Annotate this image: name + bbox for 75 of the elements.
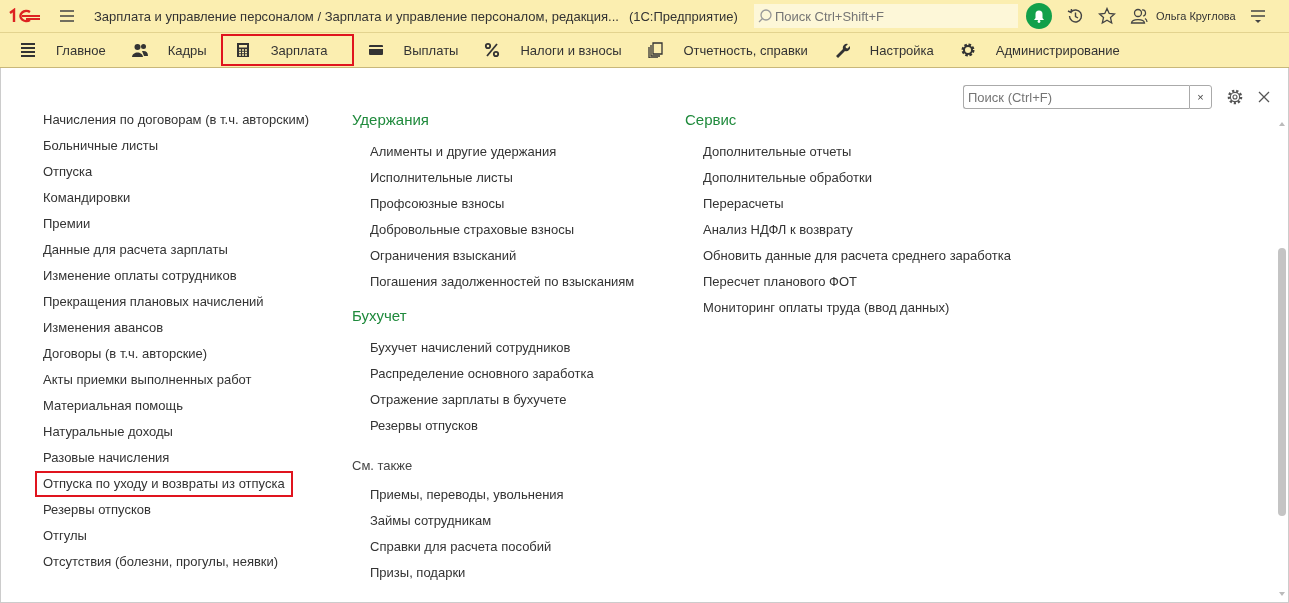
scroll-thumb[interactable] (1278, 248, 1286, 516)
menu-link[interactable]: Командировки (35, 185, 139, 211)
settings-icon[interactable] (1226, 88, 1244, 106)
menu-link[interactable]: Начисления по договорам (в т.ч. авторским) (35, 107, 317, 133)
documents-icon (647, 42, 664, 58)
global-search-field[interactable]: Поиск Ctrl+Shift+F (753, 4, 1018, 28)
menu-icon[interactable] (60, 10, 74, 22)
window-title: Зарплата и управление персоналом / Зарплата и управление персоналом, редакция... (94, 8, 619, 24)
menu-link[interactable]: Перерасчеты (684, 191, 792, 217)
menu-link[interactable]: Призы, подарки (351, 560, 474, 586)
menu-link[interactable]: Распределение основного заработка (351, 361, 602, 387)
logo-icon (8, 8, 42, 24)
close-icon[interactable] (1258, 91, 1270, 103)
menu-link[interactable]: Материальная помощь (35, 393, 191, 419)
menu-link[interactable]: Прекращения плановых начислений (35, 289, 272, 315)
menu-link[interactable]: Алименты и другие удержания (351, 139, 565, 165)
people-icon (131, 42, 148, 58)
app-name: (1С:Предприятие) (628, 8, 738, 24)
menu-link[interactable]: Резервы отпусков (351, 413, 486, 439)
menu-link[interactable]: Погашения задолженностей по взысканиям (351, 269, 643, 295)
menu-link[interactable]: Договоры (в т.ч. авторские) (35, 341, 216, 367)
menu-link[interactable]: Изменение оплаты сотрудников (35, 263, 245, 289)
menu-link[interactable]: Профсоюзные взносы (351, 191, 513, 217)
menu-link[interactable]: Анализ НДФЛ к возврату (684, 217, 861, 243)
menu-link[interactable]: Обновить данные для расчета среднего заработка (684, 243, 1019, 269)
percent-icon (484, 42, 501, 58)
menu-link[interactable]: Отпуска по уходу и возвраты из отпуска (35, 471, 293, 497)
menu-link[interactable]: Приемы, переводы, увольнения (351, 482, 572, 508)
menu-link[interactable]: Ограничения взысканий (351, 243, 525, 269)
menu-link[interactable]: Данные для расчета зарплаты (35, 237, 236, 263)
users-icon[interactable] (1129, 7, 1148, 25)
menu-link[interactable]: Отсутствия (болезни, прогулы, неявки) (35, 549, 287, 575)
menu-link[interactable]: Займы сотрудникам (351, 508, 500, 534)
search-field[interactable]: Поиск (Ctrl+F) (963, 85, 1189, 109)
menu-link[interactable]: Премии (35, 211, 99, 237)
scrollbar[interactable] (1278, 120, 1286, 598)
menu-link[interactable]: Дополнительные отчеты (684, 139, 860, 165)
calculator-icon (234, 42, 251, 58)
section-tab[interactable]: Администрирование (947, 34, 1132, 66)
history-icon[interactable] (1065, 7, 1084, 25)
menu-link[interactable]: Мониторинг оплаты труда (ввод данных) (684, 295, 958, 321)
card-icon (367, 42, 384, 58)
section-tab[interactable]: Кадры (119, 34, 219, 66)
menu-link[interactable]: Добровольные страховые взносы (351, 217, 583, 243)
menu-link[interactable]: Изменения авансов (35, 315, 172, 341)
menu-link[interactable]: Отпуска (35, 159, 101, 185)
menu-link[interactable]: Резервы отпусков (35, 497, 159, 523)
group-heading: Сервис (684, 110, 738, 130)
section-tab[interactable]: Отчетность, справки (635, 34, 820, 66)
section-tab[interactable]: Зарплата (220, 34, 354, 66)
gear-icon (959, 42, 976, 58)
section-tab[interactable]: Настройка (821, 34, 946, 66)
section-tab[interactable]: Налоги и взносы (472, 34, 634, 66)
menu-link[interactable]: Справки для расчета пособий (351, 534, 560, 560)
menu-link[interactable]: Больничные листы (35, 133, 167, 159)
group-heading: Бухучет (351, 306, 408, 326)
user-name[interactable]: Ольга Круглова (1155, 10, 1236, 22)
clear-button[interactable]: × (1189, 85, 1212, 109)
menu-link[interactable]: Дополнительные обработки (684, 165, 880, 191)
bell-icon[interactable] (1025, 3, 1052, 29)
section-tab[interactable]: Выплаты (355, 34, 471, 66)
menu-link[interactable]: Отражение зарплаты в бухучете (351, 387, 575, 413)
menu-link[interactable]: Исполнительные листы (351, 165, 521, 191)
menu-link[interactable]: Бухучет начислений сотрудников (351, 335, 579, 361)
menu-link[interactable]: Отгулы (35, 523, 95, 549)
section-tab[interactable]: Главное (8, 34, 118, 66)
menu-link[interactable]: Акты приемки выполненных работ (35, 367, 260, 393)
group-heading: Удержания (351, 110, 430, 130)
menu-icon[interactable] (1249, 8, 1266, 24)
menu-link[interactable]: Пересчет планового ФОТ (684, 269, 865, 295)
list-icon (20, 42, 36, 58)
menu-link[interactable]: Разовые начисления (35, 445, 178, 471)
star-icon[interactable] (1097, 7, 1116, 25)
menu-link[interactable]: Натуральные доходы (35, 419, 181, 445)
see-also-heading: См. также (351, 457, 414, 475)
